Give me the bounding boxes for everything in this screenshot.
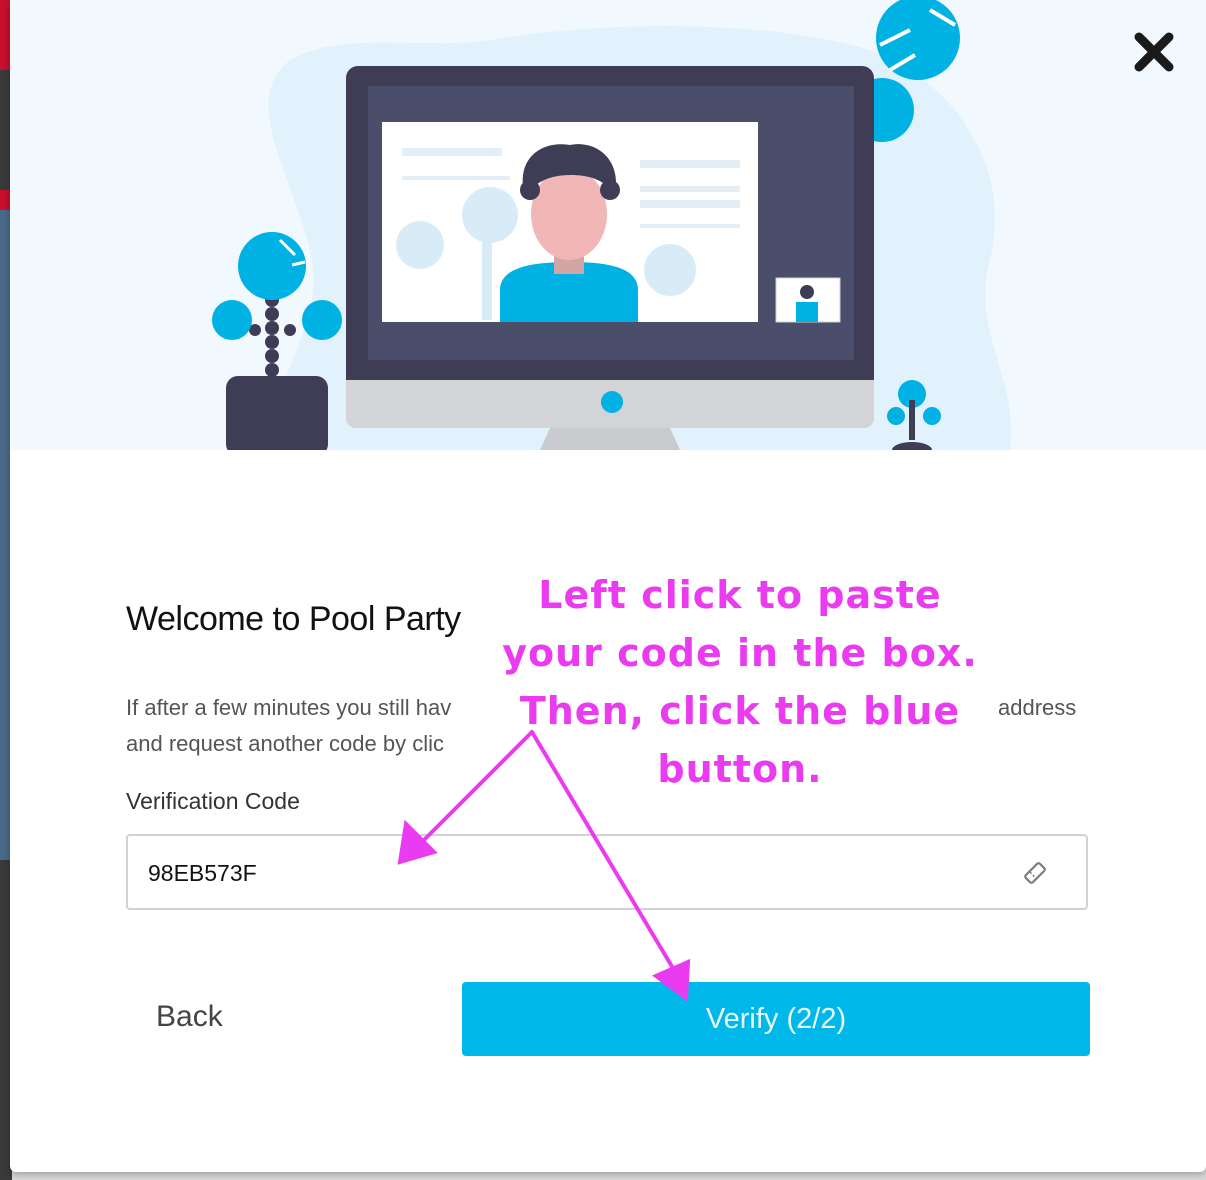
instruction-annotation: Left click to paste your code in the box… xyxy=(490,566,990,798)
verify-button[interactable]: Verify (2/2) xyxy=(462,982,1090,1056)
dialog-title: Welcome to Pool Party xyxy=(126,600,461,638)
video-call-illustration xyxy=(212,0,1012,450)
description-line-1: If after a few minutes you still hav xyxy=(126,695,452,720)
verification-code-label: Verification Code xyxy=(126,788,300,814)
verification-code-field[interactable] xyxy=(126,834,1088,910)
description-line-2: and request another code by clic xyxy=(126,731,444,756)
annotation-line-2: your code in the box. xyxy=(502,631,978,675)
description-right-text: address xyxy=(998,695,1077,720)
verification-code-input[interactable] xyxy=(146,836,1010,910)
annotation-line-4: button. xyxy=(657,747,823,791)
close-button[interactable] xyxy=(1132,30,1176,74)
ticket-icon xyxy=(1024,862,1046,884)
hero-illustration xyxy=(10,0,1206,450)
close-icon xyxy=(1134,32,1174,72)
verification-dialog: Welcome to Pool Party If after a few min… xyxy=(10,0,1206,1172)
annotation-line-1: Left click to paste xyxy=(538,573,942,617)
annotation-line-3: Then, click the blue xyxy=(519,689,961,733)
back-button[interactable]: Back xyxy=(156,1000,223,1034)
